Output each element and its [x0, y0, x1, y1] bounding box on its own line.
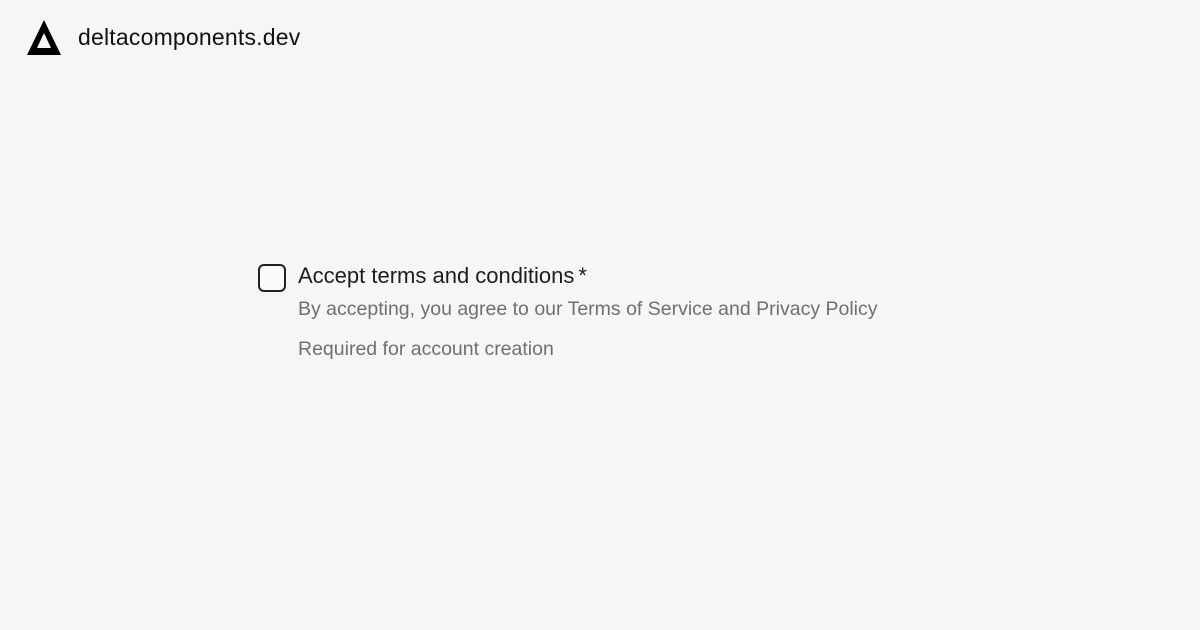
terms-checkbox-row: Accept terms and conditions * By acceptin…: [258, 262, 1018, 361]
terms-field-text: Accept terms and conditions * By acceptin…: [298, 262, 878, 361]
brand-header: deltacomponents.dev: [25, 18, 300, 56]
terms-helper-text: Required for account creation: [298, 338, 554, 360]
site-name: deltacomponents.dev: [78, 23, 301, 50]
terms-label[interactable]: Accept terms and conditions *: [298, 262, 878, 290]
required-asterisk: *: [578, 263, 587, 288]
terms-label-text: Accept terms and conditions: [298, 263, 575, 288]
terms-description: By accepting, you agree to our Terms of …: [298, 298, 878, 320]
terms-field: Accept terms and conditions * By acceptin…: [258, 262, 1018, 361]
delta-logo-icon: [25, 18, 63, 56]
terms-checkbox[interactable]: [258, 264, 286, 292]
